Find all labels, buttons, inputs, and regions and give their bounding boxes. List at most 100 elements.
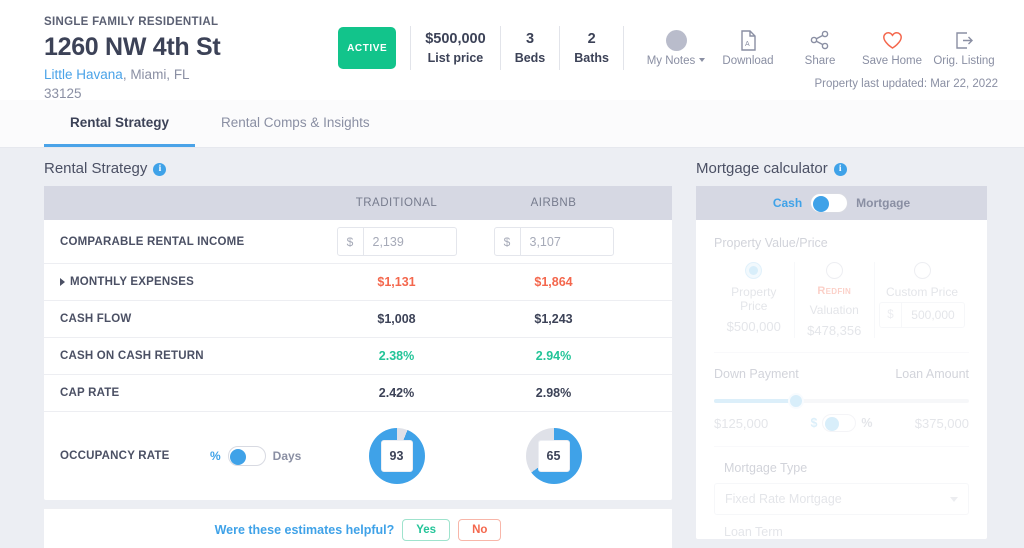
airbnb-occupancy-gauge: 65 [525,428,582,484]
info-icon[interactable]: i [833,162,847,176]
column-header-traditional: TRADITIONAL [355,197,438,209]
neighborhood-link[interactable]: Little Havana [44,67,123,82]
download-button[interactable]: A Download [712,27,784,69]
option-custom-price[interactable]: Custom Price $ 500,000 [874,262,969,338]
mortgage-type-select[interactable]: Fixed Rate Mortgage [714,483,969,515]
cell-traditional-cap-rate: 2.42% [378,386,415,400]
cell-airbnb-monthly-expenses: $1,864 [534,275,573,289]
rental-strategy-heading: Rental Strategy i [44,158,690,180]
my-notes-button[interactable]: My Notes [640,27,712,69]
beds-value: 3 [525,31,535,47]
mortgage-calculator-title: Mortgage calculator [696,160,828,177]
airbnb-rental-income-value: 3,107 [529,234,561,249]
slider-thumb[interactable] [787,393,804,409]
info-icon[interactable]: i [153,162,167,176]
mortgage-calculator-card: Cash Mortgage Property Value/Price Prope… [696,186,987,539]
download-label: Download [722,55,774,67]
beds-label: Beds [514,51,546,65]
property-type: SINGLE FAMILY RESIDENTIAL [44,16,219,28]
tab-bar: Rental Strategy Rental Comps & Insights [0,100,1024,148]
save-home-button[interactable]: Save Home [856,27,928,69]
traditional-occupancy-value: 93 [380,440,413,472]
toggle-knob [230,448,247,465]
row-label-cap-rate: CAP RATE [60,387,120,399]
mortgage-label: Mortgage [856,196,911,210]
share-label: Share [804,55,836,67]
traditional-occupancy-gauge: 93 [368,428,425,484]
down-payment-header: Down Payment Loan Amount [714,365,969,383]
toggle-knob [812,195,829,212]
fact-baths: 2 Baths [560,29,623,67]
expand-triangle-icon[interactable] [60,278,65,286]
option-property-price[interactable]: Property Price $500,000 [714,262,794,338]
last-updated-text: Property last updated: Mar 22, 2022 [814,78,998,90]
traditional-rental-income-input[interactable]: $ 2,139 [336,227,457,256]
loan-term-label: Loan Term [724,525,783,539]
occupancy-unit-toggle[interactable]: % Days [210,446,301,466]
radio-custom-price[interactable] [913,262,931,279]
city-state: , Miami, FL [122,67,190,82]
orig-listing-button[interactable]: Orig. Listing [928,27,1000,69]
list-price-value: $500,000 [425,31,486,47]
unit-toggle-switch[interactable] [822,414,857,432]
mortgage-calculator-heading: Mortgage calculator i [696,158,1024,180]
mortgage-calculator-section: Mortgage calculator i Cash Mortgage Prop… [690,148,1024,539]
toggle-knob [824,416,839,431]
occupancy-label-cell: OCCUPANCY RATE % Days [44,446,318,466]
occupancy-toggle-days-label: Days [272,449,302,463]
svg-text:A: A [745,41,750,48]
traditional-rental-income-value: 2,139 [372,234,404,249]
rental-strategy-title: Rental Strategy [44,160,148,177]
header-action-buttons: My Notes A Download Share Save Home Orig… [624,27,1000,69]
row-label-comparable-rental-income: COMPARABLE RENTAL INCOME [60,235,245,248]
share-icon [810,27,830,53]
unit-toggle[interactable]: $ % [810,414,873,432]
cell-traditional-cash-flow: $1,008 [377,312,416,326]
feedback-no-button[interactable]: No [458,518,502,541]
divider [714,352,969,353]
page-title: 1260 NW 4th St [44,33,221,61]
tab-rental-comps-insights[interactable]: Rental Comps & Insights [195,100,396,147]
external-link-icon [955,27,974,53]
cell-traditional-cash-on-cash: 2.38% [378,349,415,363]
custom-price-label: Custom Price [885,285,959,299]
share-button[interactable]: Share [784,27,856,69]
chevron-down-icon [699,58,706,62]
currency-prefix: $ [495,228,521,255]
tab-rental-strategy[interactable]: Rental Strategy [44,100,196,147]
row-label-monthly-expenses[interactable]: MONTHLY EXPENSES [44,276,318,288]
airbnb-occupancy-value: 65 [537,440,570,472]
app-root: SINGLE FAMILY RESIDENTIAL 1260 NW 4th St… [0,0,1024,548]
feedback-yes-button[interactable]: Yes [402,518,451,541]
cash-mortgage-toggle[interactable]: Cash Mortgage [696,186,987,220]
cash-label: Cash [772,196,803,210]
save-home-label: Save Home [861,55,923,67]
radio-valuation[interactable] [825,262,843,279]
custom-price-value: 500,000 [911,308,955,322]
down-payment-label: Down Payment [714,367,799,381]
property-header: SINGLE FAMILY RESIDENTIAL 1260 NW 4th St… [0,0,1024,101]
my-notes-label: My Notes [646,55,696,67]
currency-prefix: $ [880,303,902,327]
custom-price-input[interactable]: $ 500,000 [879,302,965,328]
table-row: CASH FLOW $1,008 $1,243 [44,301,672,338]
airbnb-rental-income-input[interactable]: $ 3,107 [493,227,614,256]
down-payment-values: $125,000 $ % $375,000 [714,414,969,432]
row-label-occupancy-rate: OCCUPANCY RATE [60,450,170,462]
valuation-value: $478,356 [807,323,862,338]
cell-traditional-rental-income: $ 2,139 [318,227,475,256]
chevron-down-icon [950,496,958,502]
divider [714,446,969,447]
cell-traditional-occupancy: 93 [318,428,475,484]
cash-mortgage-switch[interactable] [810,193,849,213]
table-row: COMPARABLE RENTAL INCOME $ 2,139 $ 3,107 [44,220,672,264]
table-row[interactable]: MONTHLY EXPENSES $1,131 $1,864 [44,264,672,301]
cell-airbnb-cash-flow: $1,243 [534,312,573,326]
radio-property-price[interactable] [745,262,763,279]
occupancy-toggle-switch[interactable] [227,446,266,466]
down-payment-slider[interactable] [714,392,969,410]
down-payment-value: $125,000 [714,415,769,431]
property-zip: 33125 [44,86,82,101]
unit-dollar-label: $ [810,416,818,430]
option-valuation[interactable]: Redfin Valuation $478,356 [793,262,875,338]
